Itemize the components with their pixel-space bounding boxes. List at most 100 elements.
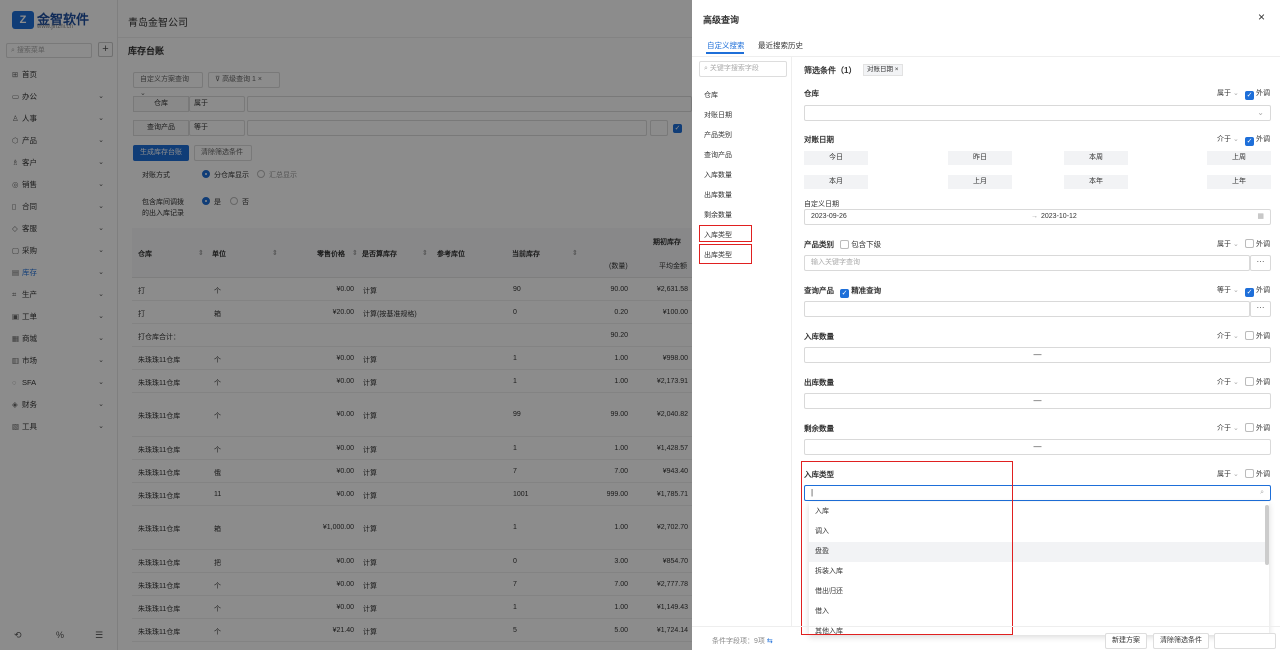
condition-title: 筛选条件（1） — [804, 66, 857, 75]
warehouse-outer[interactable]: ✓ 外调 — [1245, 88, 1270, 100]
field-list-item[interactable]: 查询产品 — [704, 150, 732, 160]
in-qty-label: 入库数量 — [804, 332, 834, 341]
divider — [791, 57, 792, 626]
out-qty-range-input[interactable]: — — [804, 393, 1271, 409]
out-qty-op-text: 介于 — [1217, 379, 1231, 386]
drawer-title: 高级查询 — [703, 15, 740, 25]
chevron-down-icon: ⌄ — [1257, 108, 1264, 117]
new-scheme-button[interactable]: 新建方案 — [1105, 633, 1147, 649]
chevron-down-icon: ⌄ — [1232, 136, 1239, 143]
left-qty-outer[interactable]: 外调 — [1245, 423, 1270, 433]
category-op[interactable]: 属于 ⌄ — [1217, 239, 1239, 249]
field-list-item[interactable]: 剩余数量 — [704, 210, 732, 220]
category-input[interactable]: 输入关键字查询 — [804, 255, 1250, 271]
field-search-placeholder: 关键字搜索字段 — [709, 65, 759, 72]
app-root: Z 金智软件 www.jinzhi.cn ⌕ 搜索菜单 + ⊞ 首页 ▭ 办公 ⌄ ♙ 人事… — [0, 0, 1280, 650]
close-icon[interactable]: × — [1258, 10, 1265, 24]
in-type-op-text: 属于 — [1217, 471, 1231, 478]
tab-custom-search[interactable]: 自定义搜索 — [707, 40, 745, 51]
left-qty-range-input[interactable]: — — [804, 439, 1271, 455]
out-qty-label: 出库数量 — [804, 378, 834, 387]
modal-overlay[interactable] — [0, 0, 692, 650]
warehouse-op[interactable]: 属于 ⌄ — [1217, 88, 1239, 98]
range-dash: — — [1033, 442, 1042, 451]
date-end[interactable]: 2023-10-12 — [1041, 210, 1077, 224]
tab-underline — [706, 52, 744, 54]
date-op[interactable]: 介于 ⌄ — [1217, 134, 1239, 144]
tab-search-history[interactable]: 最近搜索历史 — [758, 40, 803, 51]
checkbox-checked-icon[interactable]: ✓ — [840, 289, 850, 298]
condition-tag[interactable]: 对账日期 × — [863, 64, 903, 76]
quick-date-yesterday[interactable]: 昨日 — [948, 151, 1012, 165]
quick-date-this-month[interactable]: 本月 — [804, 175, 868, 189]
quick-date-last-week[interactable]: 上周 — [1207, 151, 1271, 165]
field-count-text: 条件字段项：9项 — [712, 638, 765, 645]
chevron-down-icon: ⌄ — [1232, 90, 1239, 97]
field-search-input[interactable]: ⌕ 关键字搜索字段 — [699, 61, 787, 77]
date-outer[interactable]: ✓ 外调 — [1245, 134, 1270, 146]
category-cond: 产品类别 包含下级 — [804, 239, 881, 250]
in-type-op[interactable]: 属于 ⌄ — [1217, 469, 1239, 479]
quick-date-this-year[interactable]: 本年 — [1064, 175, 1128, 189]
in-qty-op[interactable]: 介于 ⌄ — [1217, 331, 1239, 341]
divider — [692, 56, 1280, 57]
drawer-clear-button[interactable]: 清除筛选条件 — [1153, 633, 1209, 649]
dropdown-scrollbar[interactable] — [1265, 505, 1269, 565]
chevron-down-icon: ⌄ — [1232, 241, 1239, 248]
warehouse-cond-select[interactable]: ⌄ — [804, 105, 1271, 121]
product-more-button[interactable]: ··· — [1250, 301, 1271, 317]
date-range-arrow: → — [1031, 213, 1038, 220]
quick-date-today[interactable]: 今日 — [804, 151, 868, 165]
left-qty-label: 剩余数量 — [804, 424, 834, 433]
checkbox-icon[interactable] — [840, 240, 850, 249]
quick-date-last-month[interactable]: 上月 — [948, 175, 1012, 189]
checkbox-icon — [1245, 423, 1254, 432]
in-qty-range-input[interactable]: — — [804, 347, 1271, 363]
out-qty-op[interactable]: 介于 ⌄ — [1217, 377, 1239, 387]
date-cond-label: 对账日期 — [804, 135, 834, 144]
divider — [692, 626, 1280, 627]
quick-date-last-year[interactable]: 上年 — [1207, 175, 1271, 189]
checkbox-icon — [1245, 377, 1254, 386]
date-start[interactable]: 2023-09-26 — [811, 210, 847, 224]
field-list-item[interactable]: 仓库 — [704, 90, 718, 100]
out-qty-outer-label: 外调 — [1255, 379, 1270, 386]
left-qty-outer-label: 外调 — [1255, 425, 1270, 432]
quick-date-this-week[interactable]: 本周 — [1064, 151, 1128, 165]
product-op-text: 等于 — [1217, 287, 1231, 294]
exact-query-label: 精准查询 — [851, 286, 882, 295]
checkbox-checked-icon: ✓ — [1245, 137, 1254, 146]
highlight-box — [699, 244, 752, 264]
calendar-icon[interactable]: ▦ — [1257, 210, 1264, 224]
left-qty-op[interactable]: 介于 ⌄ — [1217, 423, 1239, 433]
field-list-item[interactable]: 产品类别 — [704, 130, 732, 140]
category-outer[interactable]: 外调 — [1245, 239, 1270, 249]
chevron-down-icon: ⌄ — [1232, 379, 1239, 386]
category-more-button[interactable]: ··· — [1250, 255, 1271, 271]
checkbox-icon — [1245, 469, 1254, 478]
field-list-item[interactable]: 出库数量 — [704, 190, 732, 200]
product-cond: 查询产品 ✓ 精准查询 — [804, 285, 881, 298]
date-range-picker[interactable]: 2023-09-26 → 2023-10-12 ▦ — [804, 209, 1271, 225]
search-icon: ⌕ — [1260, 489, 1264, 496]
settings-icon[interactable]: ⇆ — [767, 638, 773, 645]
chevron-down-icon: ⌄ — [1232, 471, 1239, 478]
in-qty-outer[interactable]: 外调 — [1245, 331, 1270, 341]
include-sub-label: 包含下级 — [851, 240, 882, 249]
in-type-outer[interactable]: 外调 — [1245, 469, 1270, 479]
field-list-item[interactable]: 对账日期 — [704, 110, 732, 120]
drawer-generate-button[interactable]: 生成库存台账 — [1214, 633, 1276, 649]
custom-date-label: 自定义日期 — [804, 201, 839, 208]
field-list-item[interactable]: 入库数量 — [704, 170, 732, 180]
checkbox-checked-icon: ✓ — [1245, 288, 1254, 297]
product-op[interactable]: 等于 ⌄ — [1217, 285, 1239, 295]
checkbox-icon — [1245, 239, 1254, 248]
product-outer-label: 外调 — [1255, 287, 1270, 294]
product-outer[interactable]: ✓ 外调 — [1245, 285, 1270, 297]
category-op-text: 属于 — [1217, 241, 1231, 248]
product-cond-label: 查询产品 — [804, 286, 834, 295]
product-input[interactable] — [804, 301, 1250, 317]
checkbox-icon — [1245, 331, 1254, 340]
range-dash: — — [1033, 350, 1042, 359]
out-qty-outer[interactable]: 外调 — [1245, 377, 1270, 387]
